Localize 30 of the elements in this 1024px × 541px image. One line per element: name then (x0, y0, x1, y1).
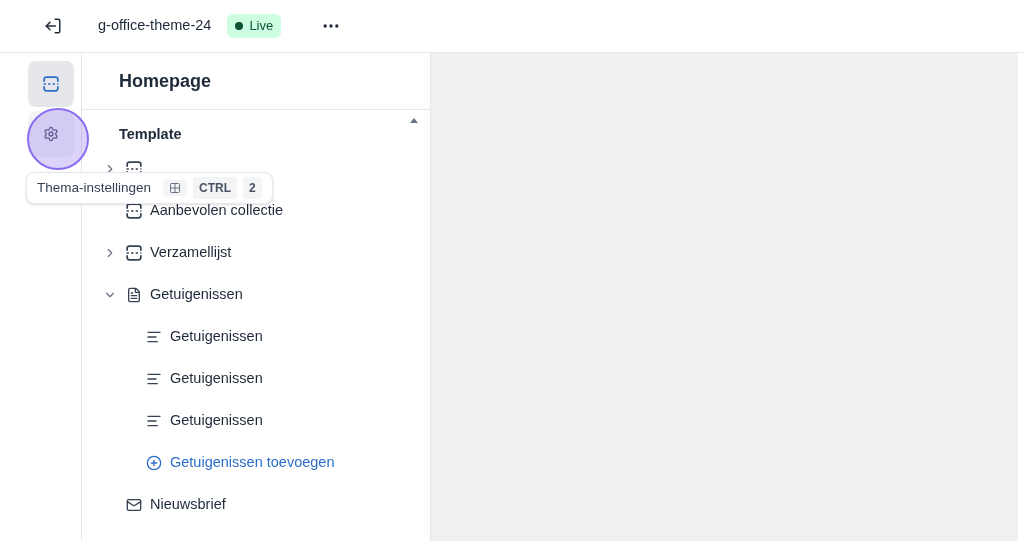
section-icon (42, 76, 59, 92)
section-item[interactable]: Aanbevolen collectie (150, 200, 283, 222)
exit-icon[interactable] (44, 17, 62, 35)
key-cap: CTRL (193, 177, 238, 199)
section-icon (126, 245, 142, 261)
text-lines-icon (146, 329, 162, 345)
scroll-up-icon[interactable] (410, 118, 418, 123)
section-item[interactable]: Getuigenissen (170, 368, 263, 390)
document-icon (126, 287, 142, 303)
group-heading: Template (119, 125, 182, 145)
theme-name: g-office-theme-24 (98, 16, 212, 36)
gear-icon (42, 126, 59, 142)
plus-icon (146, 455, 162, 471)
section-item[interactable]: Getuigenissen (170, 410, 263, 432)
text-lines-icon (146, 371, 162, 387)
panel-title: Homepage (119, 69, 212, 93)
live-badge: Live (227, 14, 282, 38)
add-block-link[interactable]: Getuigenissen toevoegen (170, 452, 335, 474)
section-item[interactable]: Verzamellijst (150, 242, 232, 264)
sections-button[interactable] (27, 61, 74, 107)
grid-icon (169, 182, 182, 194)
mail-icon (126, 497, 142, 513)
key-cap: 2 (243, 177, 262, 199)
tooltip-label: Thema-instellingen (37, 178, 152, 197)
section-icon (126, 203, 142, 219)
text-lines-icon (146, 413, 162, 429)
section-item[interactable]: Getuigenissen (170, 326, 263, 348)
section-item[interactable]: Nieuwsbrief (150, 494, 226, 516)
section-item[interactable]: Getuigenissen (150, 284, 243, 306)
settings-button[interactable] (27, 111, 74, 157)
